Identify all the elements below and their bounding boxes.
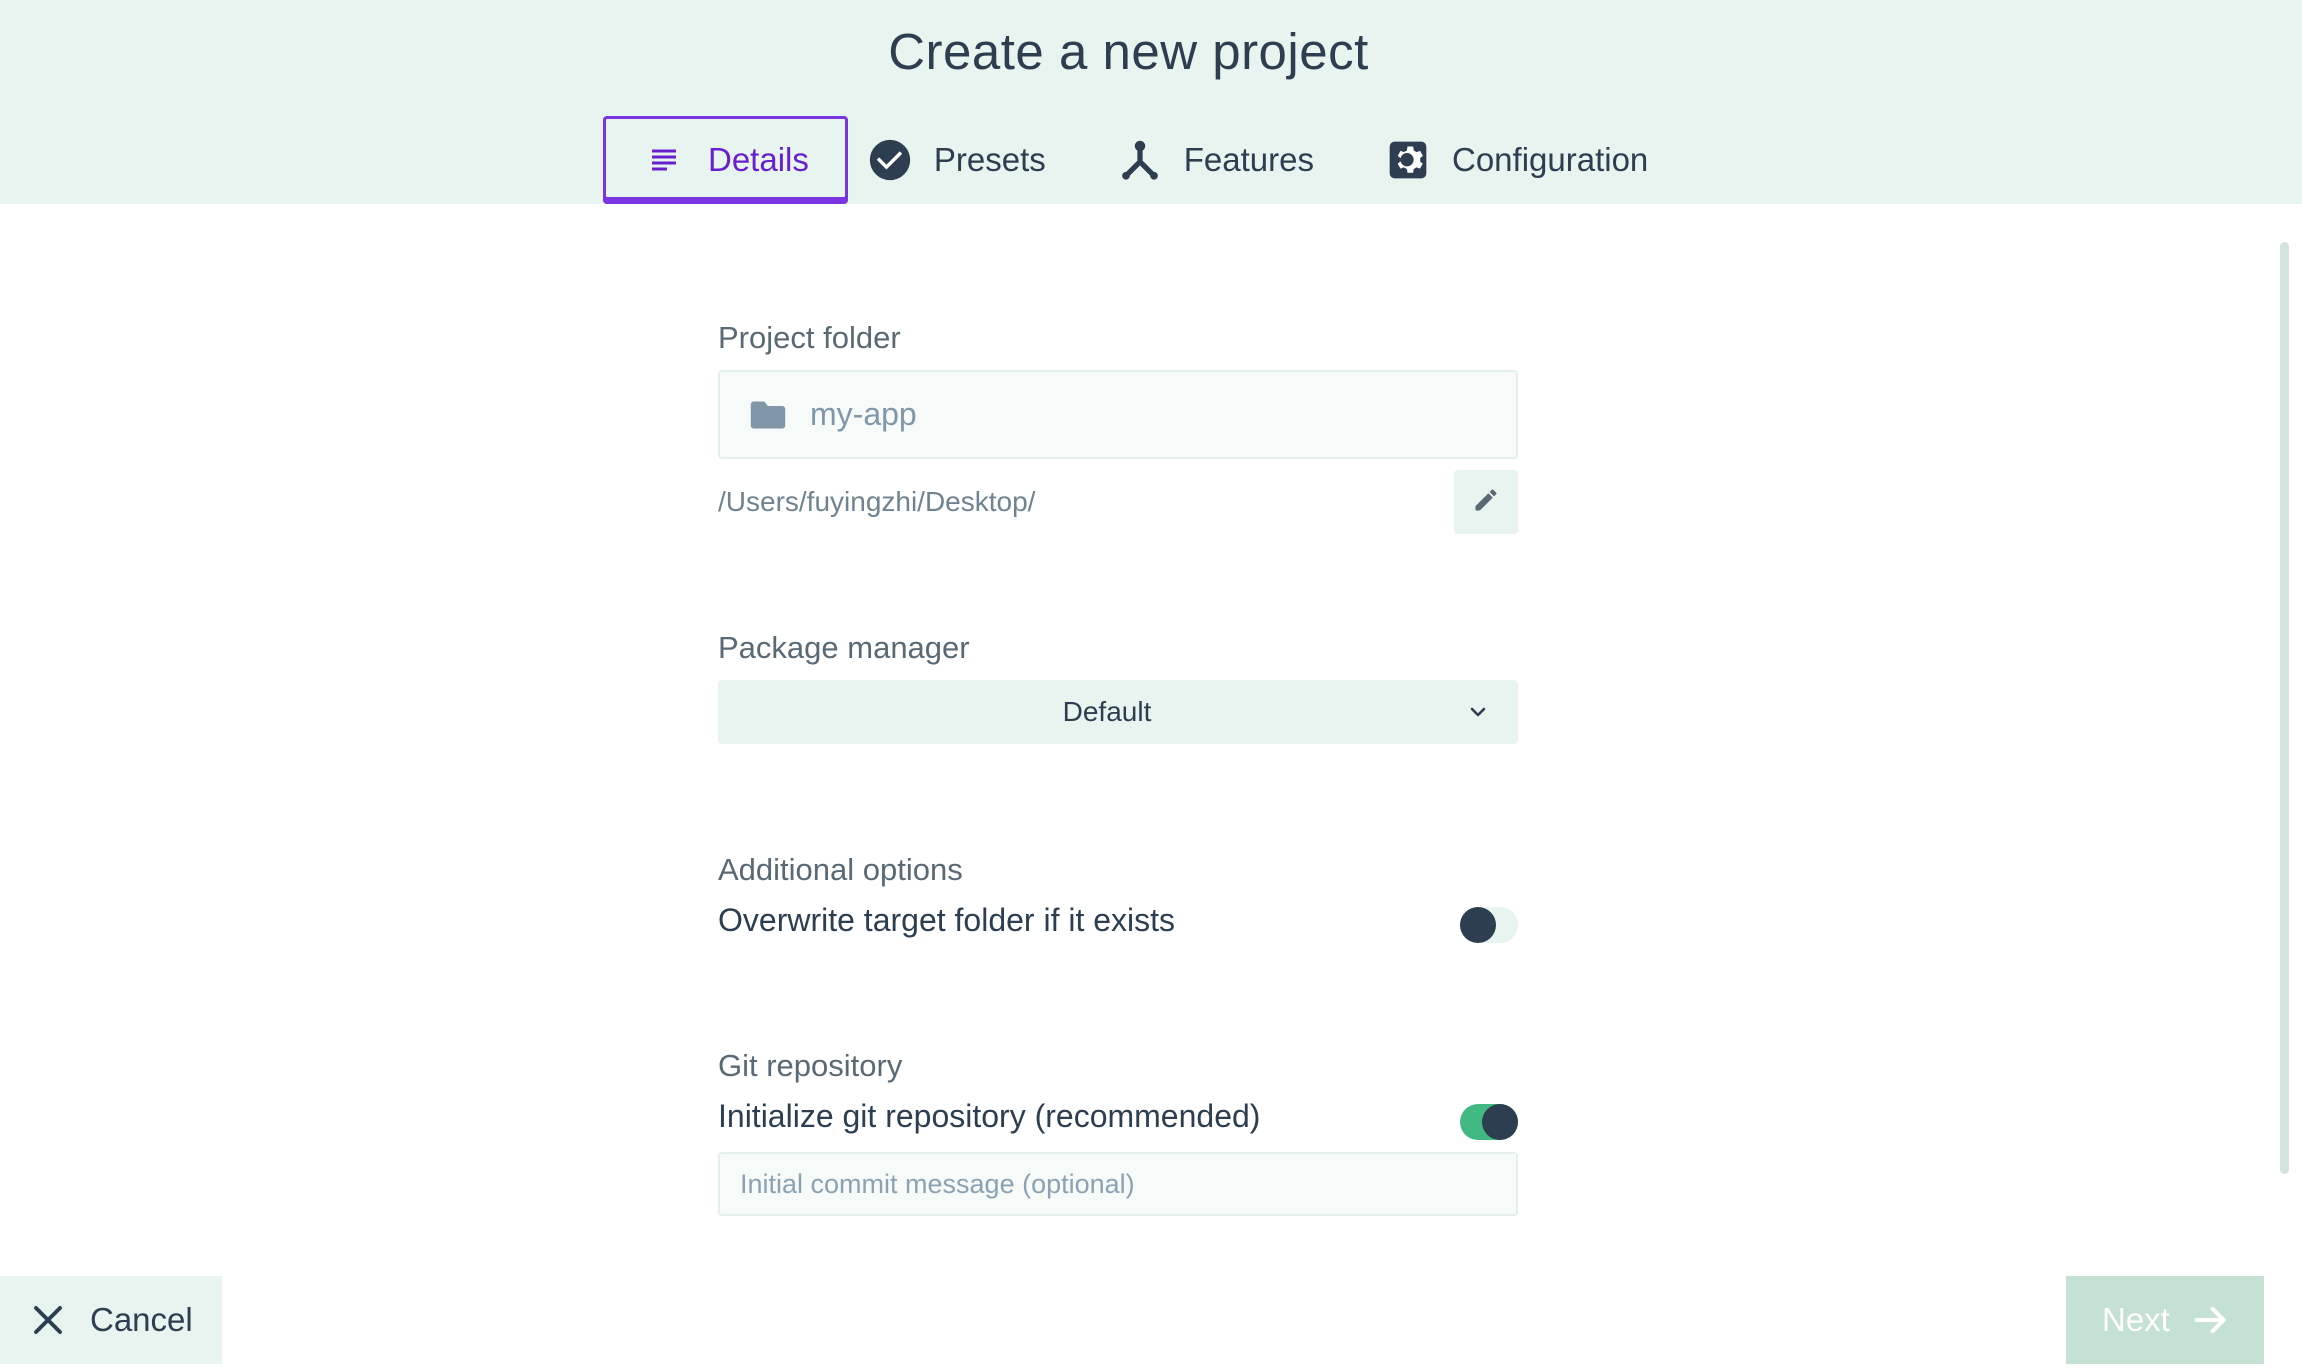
settings-icon	[1386, 138, 1430, 182]
tab-label: Configuration	[1451, 141, 1649, 178]
tab-label: Presets	[933, 141, 1046, 178]
tab-presets[interactable]: Presets	[848, 116, 1082, 204]
additional-options-label: Additional options	[718, 852, 963, 887]
wizard-header: Create a new project Details Presets Fea…	[0, 0, 2302, 204]
next-label: Next	[2102, 1301, 2170, 1338]
chevron-down-icon	[1466, 700, 1490, 724]
tab-features[interactable]: Features	[1082, 116, 1350, 204]
next-button[interactable]: Next	[2066, 1276, 2264, 1364]
package-manager-select[interactable]: Default	[718, 680, 1518, 744]
project-folder-label: Project folder	[718, 320, 901, 355]
page-title: Create a new project	[888, 23, 1369, 80]
arrow-right-icon	[2192, 1301, 2230, 1339]
project-folder-value: my-app	[810, 396, 917, 432]
toggle-knob	[1460, 907, 1496, 943]
tab-label: Features	[1183, 141, 1314, 178]
wizard-tabs: Details Presets Features Configuration	[603, 116, 1684, 204]
project-path: /Users/fuyingzhi/Desktop/	[718, 486, 1036, 517]
check-circle-icon	[868, 138, 912, 182]
package-manager-value: Default	[1062, 696, 1152, 727]
init-git-toggle[interactable]	[1460, 1104, 1518, 1140]
cancel-button[interactable]: Cancel	[0, 1276, 222, 1364]
scrollbar[interactable]	[2280, 242, 2289, 1174]
git-repository-label: Git repository	[718, 1048, 903, 1083]
package-manager-label: Package manager	[718, 630, 970, 665]
tab-configuration[interactable]: Configuration	[1350, 116, 1684, 204]
close-icon	[30, 1302, 66, 1338]
subject-icon	[642, 138, 686, 182]
pencil-icon	[1472, 486, 1500, 519]
cancel-label: Cancel	[90, 1301, 193, 1338]
toggle-knob	[1482, 1104, 1518, 1140]
project-folder-field[interactable]: my-app	[718, 370, 1518, 459]
edit-path-button[interactable]	[1454, 470, 1518, 534]
folder-icon	[750, 400, 786, 430]
call-split-icon	[1118, 138, 1162, 182]
tab-details[interactable]: Details	[603, 116, 848, 204]
init-git-label: Initialize git repository (recommended)	[718, 1098, 1261, 1134]
tab-label: Details	[708, 141, 809, 178]
overwrite-toggle[interactable]	[1460, 907, 1518, 943]
overwrite-label: Overwrite target folder if it exists	[718, 902, 1176, 938]
commit-message-input[interactable]	[718, 1152, 1518, 1216]
